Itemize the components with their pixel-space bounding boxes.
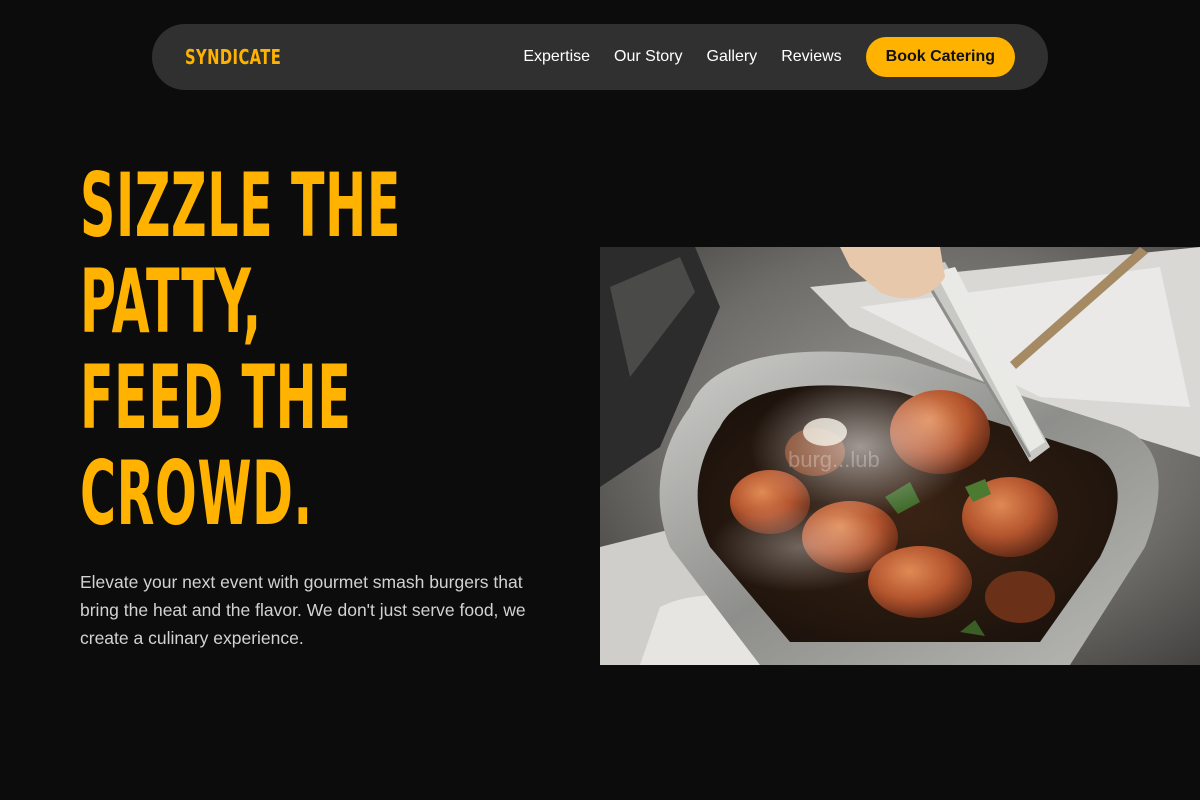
headline-line: FEED THE <box>80 346 352 449</box>
nav-link-expertise[interactable]: Expertise <box>523 48 590 66</box>
headline-line: PATTY, <box>80 250 262 353</box>
image-watermark: burg...lub <box>788 447 880 472</box>
book-catering-button[interactable]: Book Catering <box>865 37 1015 77</box>
nav-link-reviews[interactable]: Reviews <box>781 48 841 66</box>
nav-links: Expertise Our Story Gallery Reviews Book… <box>523 37 1015 77</box>
headline-line: SIZZLE THE <box>80 154 401 257</box>
hero-headline: SIZZLE THE PATTY, FEED THE CROWD. <box>80 158 580 542</box>
brand-logo[interactable]: SYNDICATE <box>185 45 281 69</box>
top-nav: SYNDICATE Expertise Our Story Gallery Re… <box>152 24 1048 90</box>
hero-food-image: burg...lub <box>600 247 1200 665</box>
grilled-meat-tray-illustration <box>600 247 1200 665</box>
headline-line: CROWD. <box>80 442 313 545</box>
landing-page: SYNDICATE Expertise Our Story Gallery Re… <box>0 0 1200 800</box>
nav-link-gallery[interactable]: Gallery <box>707 48 758 66</box>
hero-description: Elevate your next event with gourmet sma… <box>80 572 526 648</box>
nav-link-our-story[interactable]: Our Story <box>614 48 682 66</box>
